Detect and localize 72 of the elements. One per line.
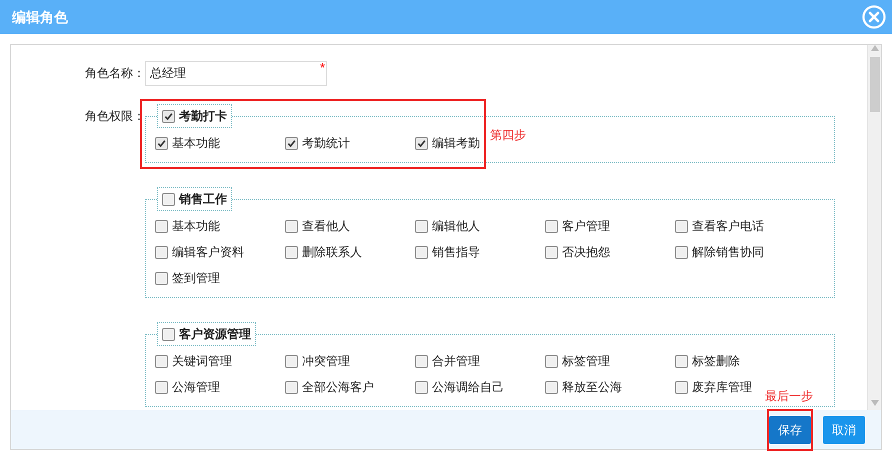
scrollbar-thumb[interactable] [870, 57, 880, 112]
checkbox[interactable] [415, 246, 428, 258]
step-note: 最后一步 [765, 388, 813, 405]
permission-label: 公海管理 [172, 379, 220, 396]
permission-label: 废弃库管理 [692, 379, 752, 396]
permission-label: 关键词管理 [172, 353, 232, 370]
checkbox[interactable] [285, 354, 298, 368]
cancel-button[interactable]: 取消 [823, 416, 865, 444]
checkbox[interactable] [415, 354, 428, 368]
checkbox[interactable] [285, 380, 298, 394]
checkbox[interactable] [545, 220, 558, 232]
step-note: 第四步 [490, 127, 526, 144]
checkbox[interactable] [415, 380, 428, 394]
permission-label: 解除销售协同 [692, 244, 764, 261]
checkbox[interactable] [285, 220, 298, 232]
permission-label: 编辑客户资料 [172, 244, 244, 261]
permission-label: 客户管理 [562, 218, 610, 235]
group-title: 考勤打卡 [179, 108, 227, 125]
permission-label: 标签管理 [562, 353, 610, 370]
required-mark: * [320, 58, 325, 76]
permission-label: 签到管理 [172, 270, 220, 287]
scroll-down-icon[interactable] [870, 400, 878, 406]
dialog-title: 编辑角色 [12, 8, 68, 26]
checkbox[interactable] [162, 192, 175, 206]
save-button[interactable]: 保存 [769, 416, 811, 444]
permission-label: 考勤统计 [302, 135, 350, 152]
close-icon[interactable] [862, 5, 886, 29]
checkbox[interactable] [675, 380, 688, 394]
permission-label: 释放至公海 [562, 379, 622, 396]
permission-label: 标签删除 [692, 353, 740, 370]
checkbox[interactable] [545, 354, 558, 368]
check-icon [417, 138, 426, 148]
permission-label: 基本功能 [172, 218, 220, 235]
check-icon [157, 138, 166, 148]
permission-label: 全部公海客户 [302, 379, 374, 396]
checkbox[interactable] [675, 246, 688, 258]
permission-label: 编辑他人 [432, 218, 480, 235]
check-icon [287, 138, 296, 148]
checkbox[interactable] [285, 136, 298, 150]
checkbox[interactable] [155, 380, 168, 394]
highlight-frame [767, 409, 813, 451]
checkbox[interactable] [155, 220, 168, 232]
permission-label: 冲突管理 [302, 353, 350, 370]
checkbox[interactable] [415, 136, 428, 150]
checkbox[interactable] [155, 136, 168, 150]
permission-label: 基本功能 [172, 135, 220, 152]
scroll-up-icon[interactable] [870, 45, 878, 51]
field-label: 角色权限： [84, 108, 145, 125]
checkbox[interactable] [675, 354, 688, 368]
checkbox[interactable] [545, 246, 558, 258]
checkbox[interactable] [155, 354, 168, 368]
permission-label: 查看客户电话 [692, 218, 764, 235]
permission-label: 否决抱怨 [562, 244, 610, 261]
field-label: 角色名称： [84, 65, 145, 82]
permission-label: 公海调给自己 [432, 379, 504, 396]
checkbox[interactable] [545, 380, 558, 394]
permission-label: 编辑考勤 [432, 135, 480, 152]
group-title: 客户资源管理 [179, 326, 251, 343]
checkbox[interactable] [162, 328, 175, 340]
group-title: 销售工作 [179, 191, 227, 208]
permission-label: 查看他人 [302, 218, 350, 235]
permission-label: 合并管理 [432, 353, 480, 370]
checkbox[interactable] [675, 220, 688, 232]
permission-label: 删除联系人 [302, 244, 362, 261]
checkbox[interactable] [415, 220, 428, 232]
checkbox[interactable] [155, 246, 168, 258]
checkbox[interactable] [162, 110, 175, 122]
scrollbar[interactable] [867, 45, 881, 410]
checkbox[interactable] [155, 272, 168, 284]
checkbox[interactable] [285, 246, 298, 258]
check-icon [164, 112, 173, 120]
permission-label: 销售指导 [432, 244, 480, 261]
